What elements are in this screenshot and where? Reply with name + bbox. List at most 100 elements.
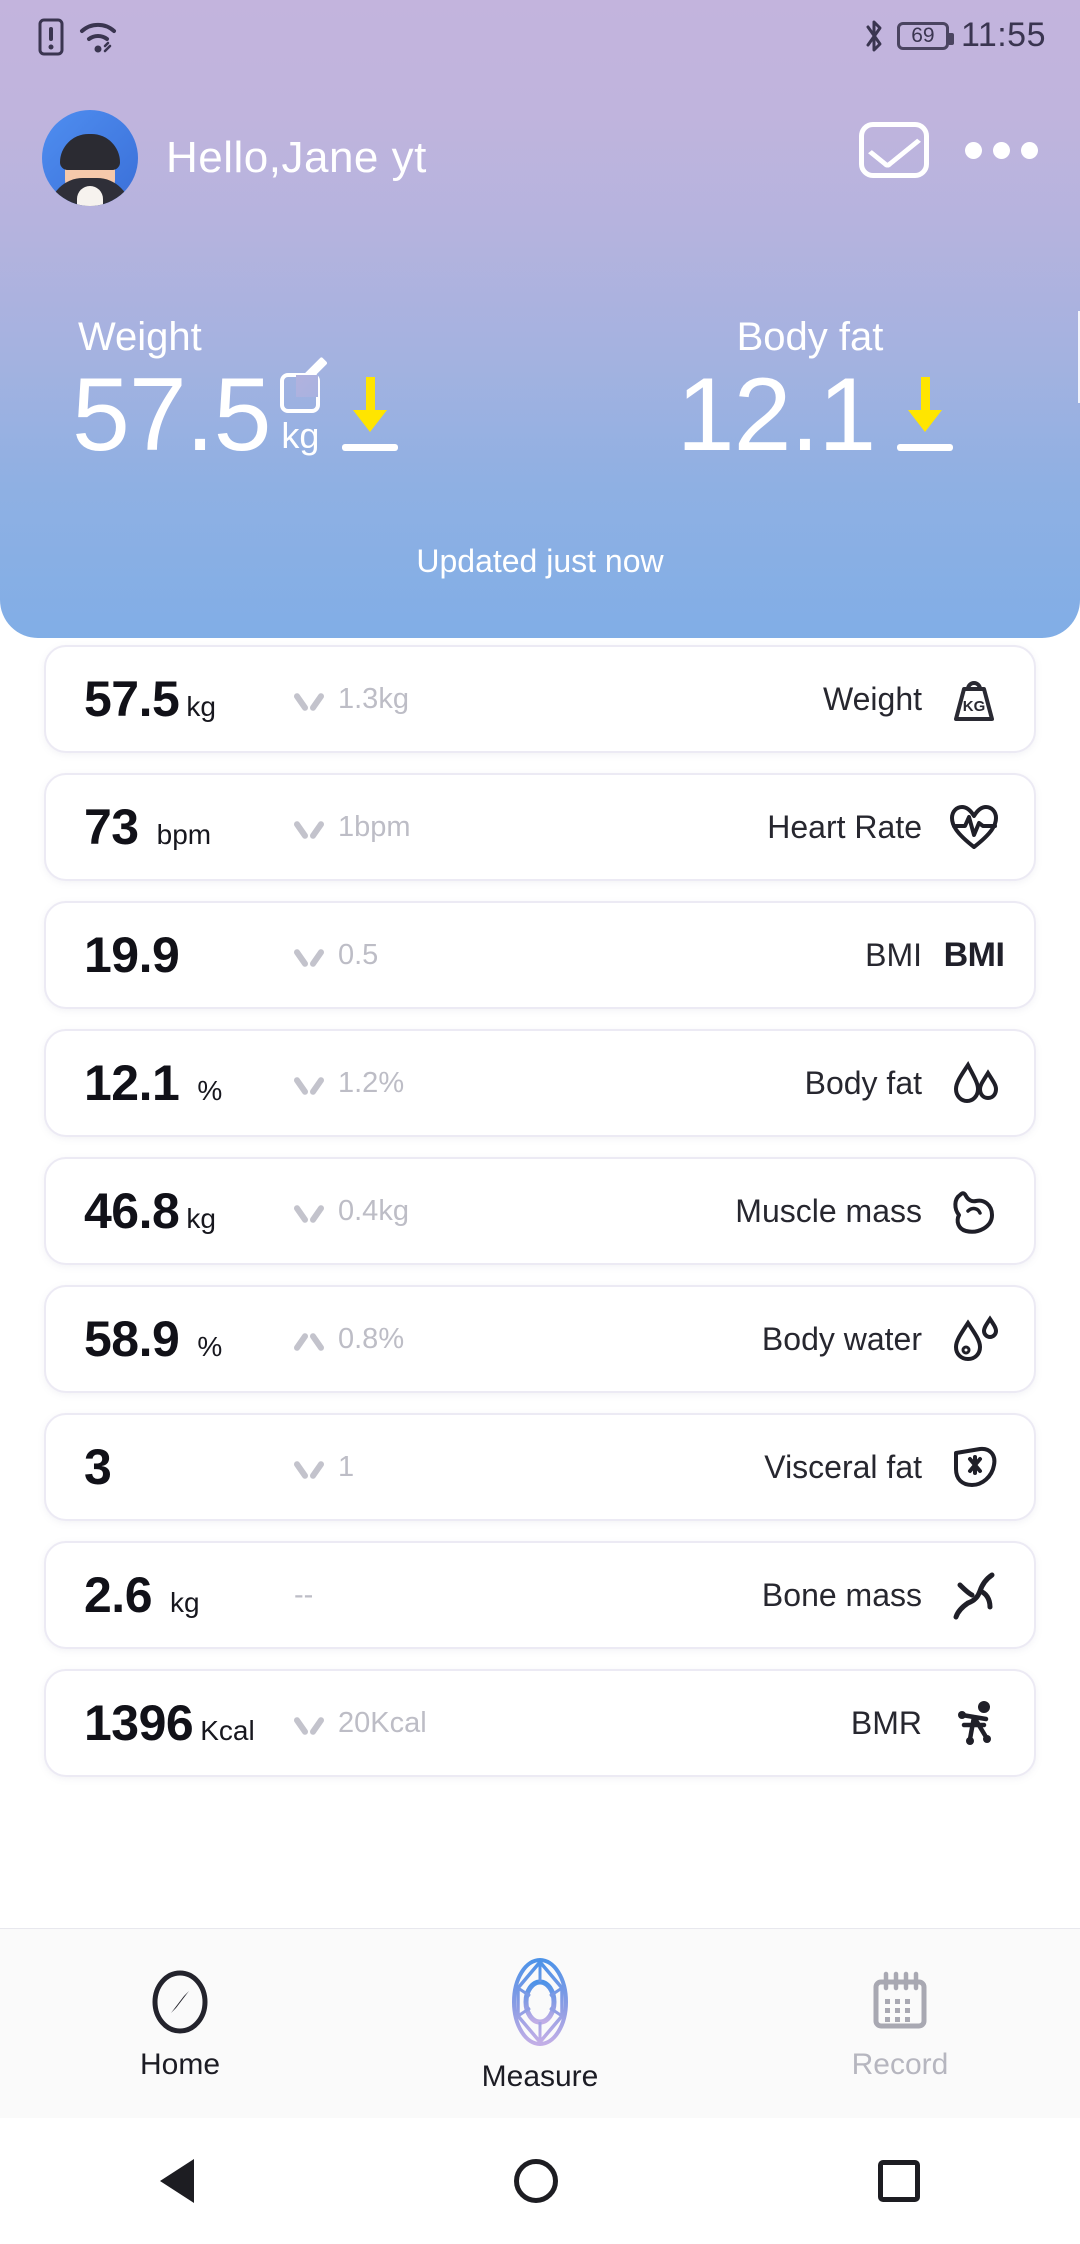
metric-label: BMI bbox=[865, 936, 922, 973]
summary-weight-unit: kg bbox=[281, 414, 320, 456]
summary-weight-value: 57.5 bbox=[72, 357, 271, 473]
nav-label-measure: Measure bbox=[481, 2059, 599, 2093]
avatar[interactable] bbox=[42, 110, 138, 206]
trend-down-icon bbox=[294, 1202, 324, 1220]
bottom-navigation: Home Measure Record bbox=[0, 1928, 1080, 2118]
metric-card-bmi[interactable]: 19.9 0.5 BMI BMI bbox=[44, 901, 1036, 1009]
summary-bodyfat-value: 12.1 bbox=[676, 357, 876, 473]
metric-card-heart-rate[interactable]: 73 bpm 1bpm Heart Rate bbox=[44, 773, 1036, 881]
metric-value: 73 bbox=[84, 799, 139, 855]
kg-weight-icon: KG bbox=[944, 669, 1004, 729]
metric-delta: 1.3kg bbox=[338, 682, 409, 715]
summary-bodyfat-label: Body fat bbox=[736, 315, 884, 359]
trend-down-icon bbox=[294, 1714, 324, 1732]
avatar-collar bbox=[77, 186, 103, 206]
metric-delta: 1.2% bbox=[338, 1066, 405, 1099]
bicep-icon bbox=[944, 1181, 1004, 1241]
metric-value: 46.8 bbox=[84, 1183, 180, 1239]
metric-value: 12.1 bbox=[84, 1055, 180, 1111]
trend-down-icon bbox=[294, 1458, 324, 1476]
metrics-list: 57.5 kg 1.3kg Weight KG 73 bpm 1bpm Heart … bbox=[0, 645, 1080, 1797]
metric-label: Heart Rate bbox=[767, 808, 922, 845]
metric-value: 2.6 bbox=[84, 1567, 153, 1623]
home-circle-icon[interactable] bbox=[514, 2159, 558, 2203]
status-bar: 69 11:55 bbox=[0, 0, 1080, 76]
trend-up-icon bbox=[294, 1330, 324, 1348]
metric-label: Body water bbox=[761, 1320, 922, 1357]
battery-icon: 69 bbox=[896, 21, 954, 50]
summary-weight-label: Weight bbox=[78, 315, 202, 359]
edit-pencil-icon[interactable] bbox=[280, 372, 321, 413]
weight-trend-down-icon bbox=[342, 376, 399, 451]
metric-unit: Kcal bbox=[200, 1715, 255, 1746]
status-bar-right: 69 11:55 bbox=[863, 16, 1046, 55]
metric-card-muscle-mass[interactable]: 46.8 kg 0.4kg Muscle mass bbox=[44, 1157, 1036, 1265]
metric-card-visceral-fat[interactable]: 3 1 Visceral fat bbox=[44, 1413, 1036, 1521]
header-actions bbox=[859, 122, 1038, 178]
sim-warning-icon bbox=[38, 18, 64, 56]
metric-card-body-fat[interactable]: 12.1% 1.2% Body fat bbox=[44, 1029, 1036, 1137]
trend-down-icon bbox=[294, 818, 324, 836]
metric-value: 1396 bbox=[84, 1695, 194, 1751]
metric-value: 3 bbox=[84, 1439, 112, 1495]
nav-item-record[interactable]: Record bbox=[720, 1966, 1080, 2082]
metric-unit: % bbox=[197, 1331, 223, 1362]
metric-delta: 0.8% bbox=[338, 1322, 405, 1355]
bmi-text-icon: BMI bbox=[943, 935, 1005, 974]
metric-unit: kg bbox=[186, 1203, 216, 1234]
metric-label: BMR bbox=[850, 1704, 922, 1741]
bluetooth-icon bbox=[866, 20, 882, 51]
header-hero: 69 11:55 Hello,Jane yt Weight 57.5 kg Bo… bbox=[0, 0, 1080, 638]
measure-gem-icon bbox=[512, 1957, 568, 2046]
back-triangle-icon[interactable] bbox=[160, 2159, 194, 2203]
status-bar-time: 11:55 bbox=[960, 16, 1046, 54]
metric-delta: 20Kcal bbox=[338, 1706, 427, 1739]
nav-label-record: Record bbox=[851, 2047, 949, 2081]
metric-unit: % bbox=[197, 1075, 223, 1106]
metric-unit: kg bbox=[170, 1587, 200, 1618]
bone-skeleton-icon bbox=[944, 1565, 1004, 1625]
metric-delta: -- bbox=[294, 1578, 314, 1611]
metric-card-weight[interactable]: 57.5 kg 1.3kg Weight KG bbox=[44, 645, 1036, 753]
heart-pulse-icon bbox=[944, 797, 1004, 857]
calendar-icon bbox=[873, 1971, 927, 2028]
more-options-icon[interactable] bbox=[965, 141, 1038, 159]
liver-icon bbox=[944, 1437, 1004, 1497]
metric-label: Muscle mass bbox=[735, 1192, 922, 1229]
metric-value: 57.5 bbox=[84, 671, 180, 727]
metric-card-body-water[interactable]: 58.9% 0.8% Body water bbox=[44, 1285, 1036, 1393]
metric-delta: 0.5 bbox=[338, 938, 379, 971]
nav-label-home: Home bbox=[139, 2047, 221, 2081]
recents-square-icon[interactable] bbox=[878, 2160, 920, 2202]
svg-text:KG: KG bbox=[963, 698, 986, 715]
summary-weight[interactable]: Weight 57.5 kg bbox=[0, 315, 540, 473]
bmr-body-icon bbox=[944, 1693, 1004, 1753]
envelope-icon[interactable] bbox=[859, 122, 929, 178]
system-navigation-bar bbox=[0, 2118, 1080, 2244]
metric-label: Visceral fat bbox=[764, 1448, 922, 1485]
nav-item-measure[interactable]: Measure bbox=[360, 1954, 720, 2094]
summary-section: Weight 57.5 kg Body fat 12.1 bbox=[0, 311, 1080, 515]
status-bar-left bbox=[38, 18, 118, 56]
metric-delta: 1 bbox=[338, 1450, 355, 1483]
summary-body-fat[interactable]: Body fat 12.1 bbox=[540, 311, 1080, 473]
metric-card-bone-mass[interactable]: 2.6 kg -- Bone mass bbox=[44, 1541, 1036, 1649]
nav-item-home[interactable]: Home bbox=[0, 1966, 360, 2082]
metric-card-bmr[interactable]: 1396 Kcal 20Kcal BMR bbox=[44, 1669, 1036, 1777]
metric-label: Body fat bbox=[804, 1064, 922, 1101]
metric-delta: 1bpm bbox=[338, 810, 411, 843]
metric-label: Weight bbox=[822, 680, 922, 717]
compass-icon bbox=[152, 1970, 208, 2033]
updated-text: Updated just now bbox=[416, 543, 664, 579]
trend-down-icon bbox=[294, 946, 324, 964]
avatar-hair bbox=[60, 134, 120, 170]
fat-drops-icon bbox=[944, 1053, 1004, 1113]
wifi-icon bbox=[80, 22, 116, 53]
metric-delta: 0.4kg bbox=[338, 1194, 409, 1227]
metric-unit: kg bbox=[186, 691, 216, 722]
trend-down-icon bbox=[294, 1074, 324, 1092]
greeting-text: Hello,Jane yt bbox=[166, 133, 427, 182]
water-drop-icon bbox=[944, 1309, 1004, 1369]
metric-label: Bone mass bbox=[761, 1576, 922, 1613]
bodyfat-trend-down-icon bbox=[897, 376, 954, 451]
